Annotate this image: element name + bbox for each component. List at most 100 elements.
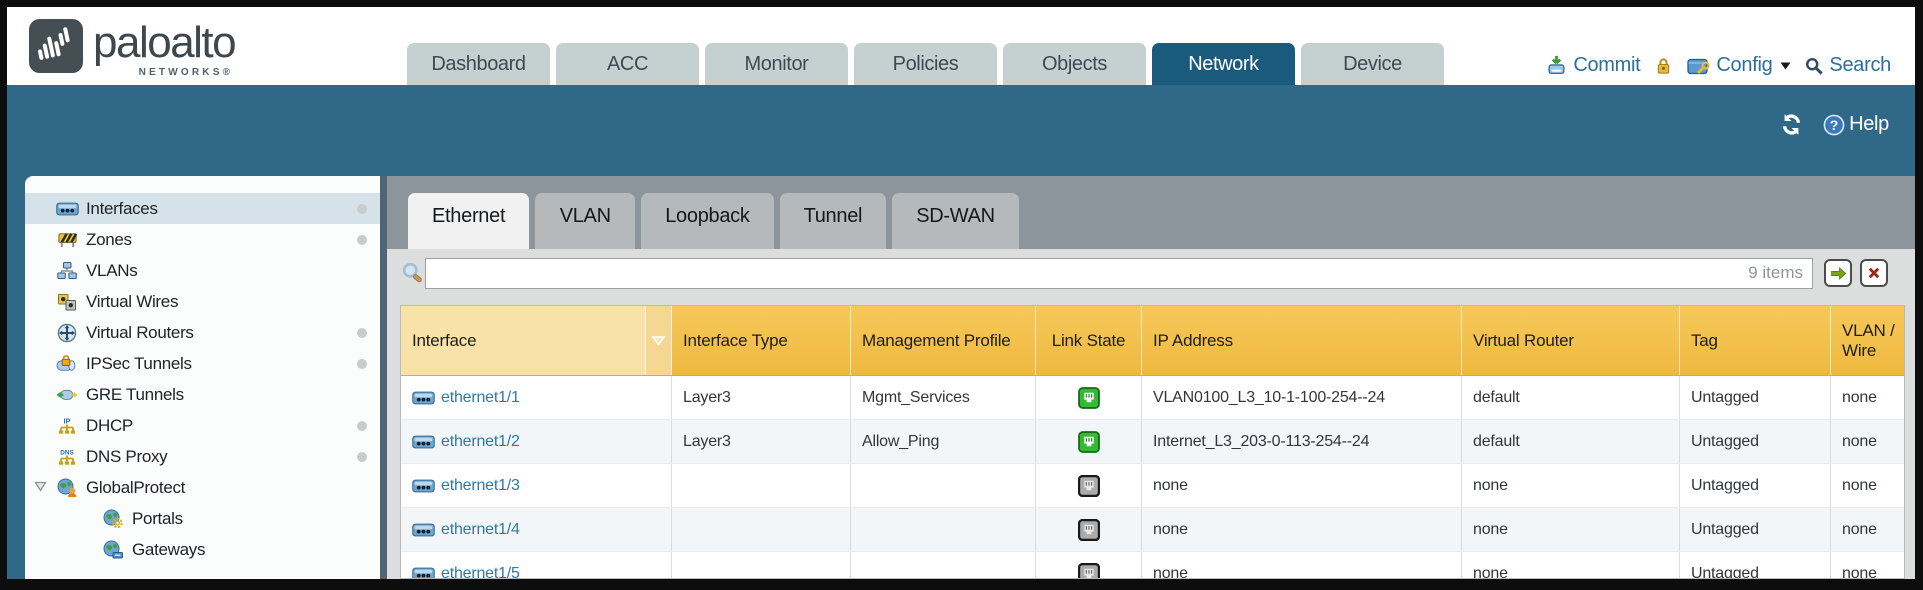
sidebar: Interfaces Zones VLANs Virtual Wires <box>25 176 380 579</box>
interface-subtab[interactable]: VLAN <box>535 193 635 249</box>
vlan-wire-cell: none <box>1831 508 1905 551</box>
header-actions: Commit Config Search <box>1546 54 1891 77</box>
column-header-virtual-router[interactable]: Virtual Router <box>1462 306 1680 375</box>
virtual-router-cell: default <box>1462 376 1680 419</box>
table-body: ethernet1/1 Layer3 Mgmt_Services VLAN010… <box>401 376 1904 579</box>
management-profile-cell <box>851 464 1036 507</box>
search-button[interactable]: Search <box>1805 54 1891 77</box>
teal-banner: ? Help <box>7 85 1915 176</box>
primary-nav-tab[interactable]: Dashboard <box>407 43 550 85</box>
link-state-icon <box>1078 387 1100 409</box>
primary-nav-tabs: DashboardACCMonitorPoliciesObjectsNetwor… <box>407 43 1444 85</box>
sort-caret-icon <box>651 335 666 346</box>
sidebar-item-icon <box>55 261 79 281</box>
sidebar-item[interactable]: IPSec Tunnels <box>25 348 380 379</box>
column-header-ip-address[interactable]: IP Address <box>1142 306 1462 375</box>
sidebar-item[interactable]: IP DHCP <box>25 410 380 441</box>
chevron-down-icon <box>1780 62 1791 70</box>
interface-link[interactable]: ethernet1/1 <box>441 389 520 407</box>
link-state-cell <box>1036 508 1142 551</box>
interface-link[interactable]: ethernet1/4 <box>441 521 520 539</box>
sidebar-item-label: VLANs <box>86 261 137 281</box>
primary-nav-tab[interactable]: Monitor <box>705 43 848 85</box>
interface-type-cell <box>672 552 851 579</box>
column-header-link-state[interactable]: Link State <box>1036 306 1142 375</box>
virtual-router-cell: none <box>1462 552 1680 579</box>
interface-cell: ethernet1/2 <box>401 420 672 463</box>
interface-link[interactable]: ethernet1/5 <box>441 565 520 580</box>
primary-nav-tab[interactable]: Policies <box>854 43 997 85</box>
sidebar-item[interactable]: Gateways <box>25 534 380 565</box>
primary-nav-tab[interactable]: Objects <box>1003 43 1146 85</box>
column-header-interface[interactable]: Interface <box>401 306 672 375</box>
column-header-interface-type[interactable]: Interface Type <box>672 306 851 375</box>
red-x-icon <box>1866 265 1882 281</box>
link-state-icon <box>1078 431 1100 453</box>
table-row: ethernet1/1 Layer3 Mgmt_Services VLAN010… <box>401 376 1904 420</box>
link-state-cell <box>1036 464 1142 507</box>
tag-cell: Untagged <box>1680 376 1831 419</box>
sidebar-item[interactable]: Virtual Wires <box>25 286 380 317</box>
interface-link[interactable]: ethernet1/2 <box>441 433 520 451</box>
refresh-icon[interactable] <box>1780 113 1803 136</box>
interface-subtab[interactable]: Tunnel <box>780 193 887 249</box>
link-state-icon <box>1078 519 1100 541</box>
filter-row: 9 items <box>387 249 1915 305</box>
column-header-management-profile[interactable]: Management Profile <box>851 306 1036 375</box>
ip-address-cell: Internet_L3_203-0-113-254--24 <box>1142 420 1462 463</box>
sidebar-item-icon <box>55 292 79 312</box>
clear-filter-button[interactable] <box>1860 259 1888 287</box>
sidebar-item-icon <box>101 509 125 529</box>
sidebar-item-dot <box>357 204 367 214</box>
config-icon <box>1687 56 1710 76</box>
sidebar-item[interactable]: VLANs <box>25 255 380 286</box>
sidebar-item[interactable]: Virtual Routers <box>25 317 380 348</box>
sidebar-item-icon <box>55 478 79 498</box>
primary-nav-tab[interactable]: Network <box>1152 43 1295 85</box>
sort-dropdown[interactable] <box>645 306 671 375</box>
sidebar-item[interactable]: Interfaces <box>25 193 380 224</box>
interface-subtab[interactable]: Loopback <box>641 193 773 249</box>
expand-triangle-icon[interactable] <box>34 481 47 492</box>
interface-cell: ethernet1/3 <box>401 464 672 507</box>
help-button[interactable]: ? Help <box>1823 113 1889 136</box>
interface-subtab[interactable]: SD-WAN <box>892 193 1019 249</box>
help-label: Help <box>1849 113 1889 136</box>
virtual-router-cell: none <box>1462 464 1680 507</box>
apply-filter-button[interactable] <box>1824 259 1852 287</box>
sidebar-item-icon <box>55 387 79 402</box>
ip-address-cell: none <box>1142 464 1462 507</box>
ethernet-interface-icon <box>412 435 435 449</box>
vlan-wire-cell: none <box>1831 376 1905 419</box>
ethernet-interface-icon <box>412 523 435 537</box>
sidebar-item-label: Interfaces <box>86 199 158 219</box>
interface-subtab[interactable]: Ethernet <box>408 193 529 249</box>
management-profile-cell: Allow_Ping <box>851 420 1036 463</box>
filter-search-icon <box>401 261 425 290</box>
lock-button[interactable] <box>1654 56 1673 75</box>
ethernet-interface-icon <box>412 479 435 493</box>
primary-nav-tab[interactable]: Device <box>1301 43 1444 85</box>
sidebar-item-dot <box>357 452 367 462</box>
interface-subtabs: EthernetVLANLoopbackTunnelSD-WAN <box>408 193 1019 249</box>
sidebar-splitter[interactable] <box>380 176 387 579</box>
primary-nav-tab[interactable]: ACC <box>556 43 699 85</box>
column-header-tag[interactable]: Tag <box>1680 306 1831 375</box>
search-icon <box>1805 57 1823 75</box>
commit-button[interactable]: Commit <box>1546 54 1640 77</box>
virtual-router-cell: default <box>1462 420 1680 463</box>
interface-link[interactable]: ethernet1/3 <box>441 477 520 495</box>
filter-input[interactable] <box>425 258 1813 289</box>
help-icon: ? <box>1823 114 1845 136</box>
link-state-cell <box>1036 376 1142 419</box>
sidebar-item-dot <box>357 235 367 245</box>
interfaces-table: Interface Interface Type Management Prof… <box>400 305 1905 579</box>
sidebar-item[interactable]: DNS DNS Proxy <box>25 441 380 472</box>
sidebar-item[interactable]: Zones <box>25 224 380 255</box>
sidebar-item[interactable]: GRE Tunnels <box>25 379 380 410</box>
sidebar-item[interactable]: Portals <box>25 503 380 534</box>
brand-subtitle: NETWORKS® <box>139 67 234 78</box>
column-header-vlan-wire[interactable]: VLAN / Wire <box>1831 306 1905 375</box>
config-menu-button[interactable]: Config <box>1687 54 1791 77</box>
sidebar-item[interactable]: GlobalProtect <box>25 472 380 503</box>
